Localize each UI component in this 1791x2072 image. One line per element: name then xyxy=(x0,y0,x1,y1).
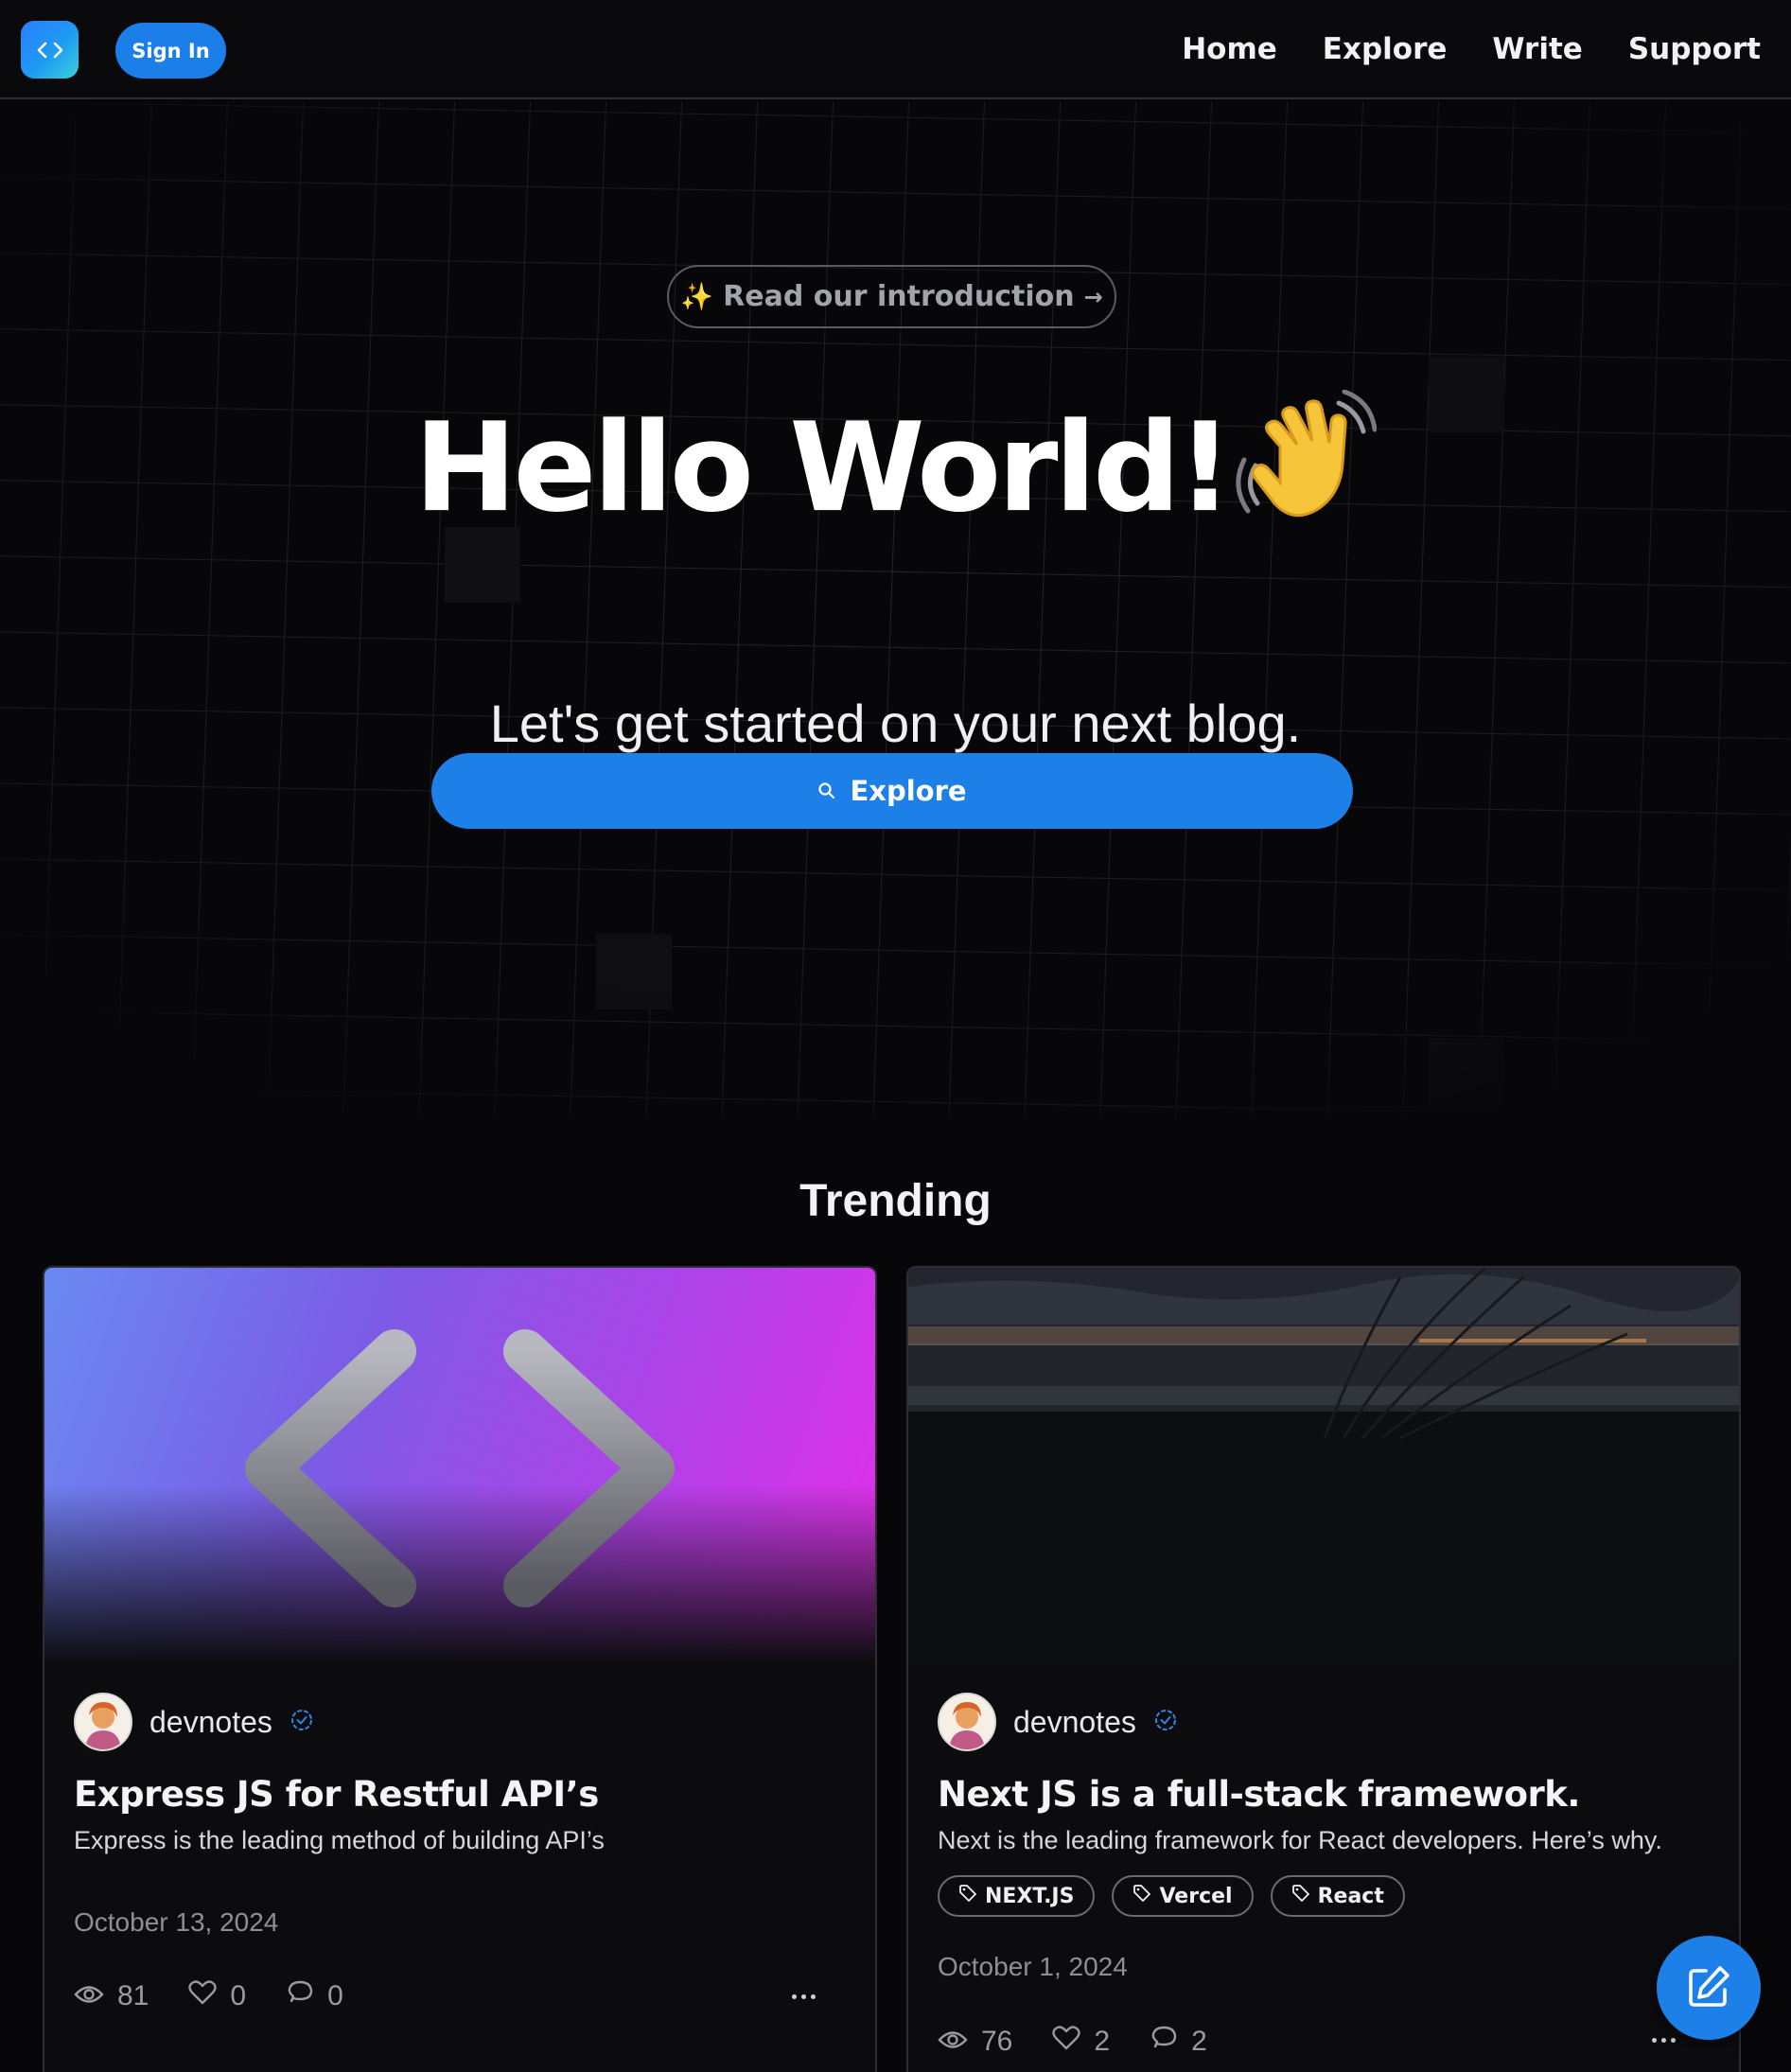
likes-stat[interactable]: 2 xyxy=(1052,2025,1110,2059)
seaside-dusk-photo xyxy=(908,1268,1739,1663)
tag-vercel[interactable]: Vercel xyxy=(1112,1875,1254,1917)
post-date: October 13, 2024 xyxy=(74,1907,279,1937)
views-count: 81 xyxy=(117,1980,149,2011)
tag-nextjs[interactable]: NEXT.JS xyxy=(938,1875,1096,1917)
eye-icon xyxy=(74,1980,104,2012)
code-brackets-image xyxy=(245,1329,675,1607)
likes-stat[interactable]: 0 xyxy=(188,1979,246,2013)
tag-icon xyxy=(1133,1884,1151,1908)
intro-link-label: Read our introduction xyxy=(723,280,1075,313)
explore-button-label: Explore xyxy=(850,775,967,807)
nav-explore[interactable]: Explore xyxy=(1323,32,1448,66)
write-post-button[interactable] xyxy=(1657,1936,1761,2040)
explore-button[interactable]: Explore xyxy=(431,753,1353,829)
author-name: devnotes xyxy=(149,1704,272,1739)
verified-badge-icon xyxy=(290,1708,314,1736)
edit-icon xyxy=(1685,1963,1732,2013)
nav-write[interactable]: Write xyxy=(1492,32,1582,66)
post-stats: 76 2 2 xyxy=(938,2025,1207,2059)
views-stat: 76 xyxy=(938,2026,1012,2058)
more-options-icon[interactable] xyxy=(1644,2026,1682,2054)
post-cover-image xyxy=(44,1268,875,1663)
comment-icon xyxy=(286,1979,314,2013)
post-card[interactable]: devnotes Express JS for Restful API’s Ex… xyxy=(43,1266,877,2072)
author-name: devnotes xyxy=(1013,1704,1136,1739)
tag-label: React xyxy=(1317,1884,1384,1908)
verified-badge-icon xyxy=(1153,1708,1178,1736)
tag-icon xyxy=(958,1884,977,1908)
post-author[interactable]: devnotes xyxy=(74,1692,314,1752)
likes-count: 2 xyxy=(1094,2026,1111,2057)
comments-count: 2 xyxy=(1191,2026,1207,2057)
sparkle-icon: ✨ xyxy=(680,281,714,312)
likes-count: 0 xyxy=(230,1980,247,2011)
nav-home[interactable]: Home xyxy=(1182,32,1277,66)
post-card[interactable]: devnotes Next JS is a full-stack framewo… xyxy=(906,1266,1741,2072)
post-description: Express is the leading method of buildin… xyxy=(74,1826,605,1854)
search-icon xyxy=(817,775,836,807)
tag-label: Vercel xyxy=(1159,1884,1233,1908)
comments-count: 0 xyxy=(327,1980,343,2011)
tag-icon xyxy=(1291,1884,1310,1908)
more-options-icon[interactable] xyxy=(784,1982,822,2011)
heart-icon xyxy=(188,1979,218,2013)
hero-title-text: Hello World! xyxy=(413,395,1234,540)
post-stats: 81 0 0 xyxy=(74,1979,343,2013)
avatar xyxy=(74,1693,132,1751)
avatar xyxy=(938,1693,996,1751)
tag-label: NEXT.JS xyxy=(985,1884,1075,1908)
tag-react[interactable]: React xyxy=(1270,1875,1405,1917)
post-title[interactable]: Express JS for Restful API’s xyxy=(74,1774,869,1815)
logo-code-icon[interactable] xyxy=(21,21,79,79)
post-description: Next is the leading framework for React … xyxy=(938,1826,1662,1854)
views-count: 76 xyxy=(981,2026,1013,2057)
post-title[interactable]: Next JS is a full-stack framework. xyxy=(938,1774,1732,1815)
eye-icon xyxy=(938,2026,968,2058)
hero-title: Hello World! xyxy=(0,389,1791,563)
views-stat: 81 xyxy=(74,1980,149,2012)
trending-heading: Trending xyxy=(799,1176,992,1226)
comments-stat[interactable]: 2 xyxy=(1150,2025,1207,2059)
post-date: October 1, 2024 xyxy=(938,1952,1128,1981)
hero-subtitle: Let's get started on your next blog. xyxy=(489,694,1302,753)
post-tags: NEXT.JS Vercel React xyxy=(938,1875,1405,1917)
hero-section: ✨ Read our introduction → Hello World! L… xyxy=(0,101,1791,1116)
comment-icon xyxy=(1150,2025,1178,2059)
arrow-right-icon: → xyxy=(1083,283,1103,310)
sign-in-button[interactable]: Sign In xyxy=(115,23,226,79)
read-introduction-link[interactable]: ✨ Read our introduction → xyxy=(667,265,1116,328)
navbar: Sign In Home Explore Write Support xyxy=(0,0,1791,99)
comments-stat[interactable]: 0 xyxy=(286,1979,343,2013)
post-author[interactable]: devnotes xyxy=(938,1692,1178,1752)
heart-icon xyxy=(1052,2025,1081,2059)
grid-background xyxy=(0,101,1791,1116)
post-cover-image xyxy=(908,1268,1739,1663)
nav-support[interactable]: Support xyxy=(1628,32,1761,66)
waving-hand-icon xyxy=(1235,389,1378,563)
main-nav: Home Explore Write Support xyxy=(1182,28,1761,70)
